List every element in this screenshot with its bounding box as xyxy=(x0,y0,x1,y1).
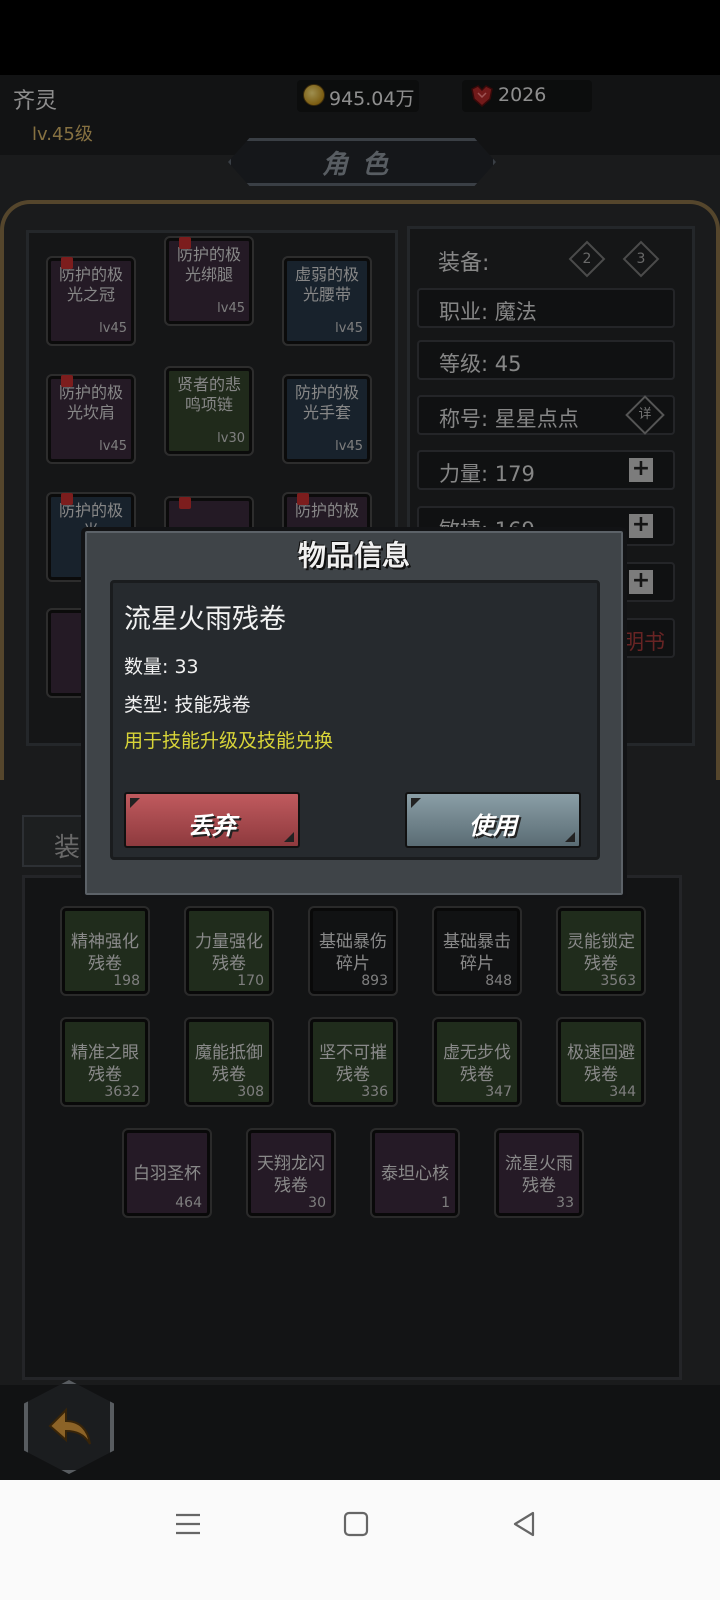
use-button[interactable]: 使用 xyxy=(405,792,581,848)
discard-button-label: 丢弃 xyxy=(188,812,236,840)
system-nav-bar xyxy=(0,1480,720,1600)
menu-icon[interactable] xyxy=(174,1512,202,1536)
discard-button[interactable]: 丢弃 xyxy=(124,792,300,848)
item-quantity: 数量: 33 xyxy=(124,656,199,678)
home-icon[interactable] xyxy=(343,1511,369,1537)
item-name: 流星火雨残卷 xyxy=(124,604,286,635)
item-type: 类型: 技能残卷 xyxy=(124,694,251,716)
item-description: 用于技能升级及技能兑换 xyxy=(124,730,334,752)
dialog-title: 物品信息 xyxy=(297,539,410,572)
use-button-label: 使用 xyxy=(469,812,517,840)
back-triangle-icon[interactable] xyxy=(511,1510,537,1538)
